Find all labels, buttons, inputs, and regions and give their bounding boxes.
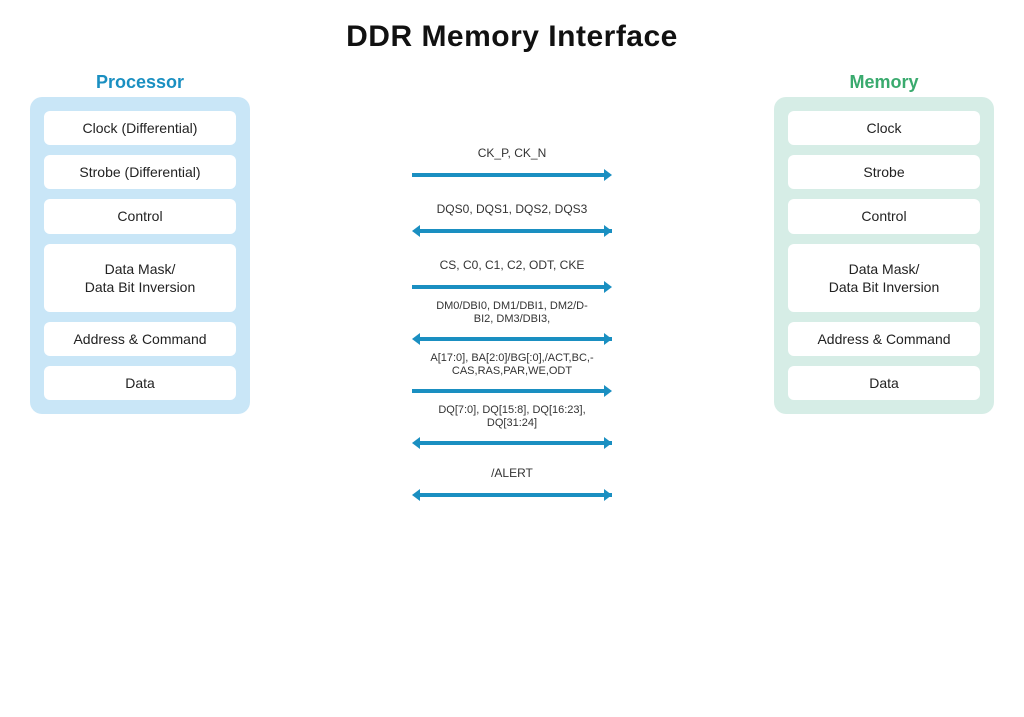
processor-label: Processor (30, 72, 250, 93)
arrow-graphic-1 (250, 220, 774, 242)
processor-block-1: Strobe (Differential) (44, 155, 236, 189)
processor-block-3: Data Mask/Data Bit Inversion (44, 244, 236, 312)
memory-block-1: Strobe (788, 155, 980, 189)
diagram-container: DDR Memory Interface Processor Clock (Di… (0, 0, 1024, 717)
memory-panel-wrapper: Memory Clock Strobe Control Data Mask/Da… (774, 72, 994, 414)
arrow-graphic-4 (250, 380, 774, 402)
columns-row: Processor Clock (Differential) Strobe (D… (30, 72, 994, 697)
memory-block-0: Clock (788, 111, 980, 145)
memory-block-5: Data (788, 366, 980, 400)
arrow-graphic-2 (250, 276, 774, 298)
arrow-row-4: A[17:0], BA[2:0]/BG[:0],/ACT,BC,-CAS,RAS… (250, 350, 774, 402)
arrows-panel: CK_P, CK_N DQS0, DQS1, DQS2, DQS3 (250, 72, 774, 506)
arrow-label-1: DQS0, DQS1, DQS2, DQS3 (437, 190, 588, 218)
memory-blocks: Clock Strobe Control Data Mask/Data Bit … (774, 97, 994, 414)
arrow-graphic-6 (250, 484, 774, 506)
processor-blocks: Clock (Differential) Strobe (Differentia… (30, 97, 250, 414)
arrow-label-4: A[17:0], BA[2:0]/BG[:0],/ACT,BC,-CAS,RAS… (430, 350, 593, 378)
arrow-label-3: DM0/DBI0, DM1/DBI1, DM2/D-BI2, DM3/DBI3, (436, 298, 588, 326)
processor-block-5: Data (44, 366, 236, 400)
processor-panel: Processor Clock (Differential) Strobe (D… (30, 72, 250, 414)
arrow-label-5: DQ[7:0], DQ[15:8], DQ[16:23],DQ[31:24] (438, 402, 585, 430)
arrow-row-5: DQ[7:0], DQ[15:8], DQ[16:23],DQ[31:24] (250, 402, 774, 454)
processor-block-4: Address & Command (44, 322, 236, 356)
arrow-row-3: DM0/DBI0, DM1/DBI1, DM2/D-BI2, DM3/DBI3, (250, 298, 774, 350)
memory-block-4: Address & Command (788, 322, 980, 356)
arrow-row-0: CK_P, CK_N (250, 134, 774, 186)
arrow-graphic-5 (250, 432, 774, 454)
memory-label: Memory (774, 72, 994, 93)
memory-block-2: Control (788, 199, 980, 233)
processor-block-0: Clock (Differential) (44, 111, 236, 145)
arrow-row-1: DQS0, DQS1, DQS2, DQS3 (250, 190, 774, 242)
arrow-row-2: CS, C0, C1, C2, ODT, CKE (250, 246, 774, 298)
memory-block-3: Data Mask/Data Bit Inversion (788, 244, 980, 312)
processor-block-2: Control (44, 199, 236, 233)
arrow-label-0: CK_P, CK_N (478, 134, 546, 162)
arrow-graphic-3 (250, 328, 774, 350)
arrow-label-6: /ALERT (491, 454, 533, 482)
arrow-graphic-0 (250, 164, 774, 186)
arrow-row-6: /ALERT (250, 454, 774, 506)
main-title: DDR Memory Interface (346, 20, 678, 54)
arrow-label-2: CS, C0, C1, C2, ODT, CKE (440, 246, 585, 274)
